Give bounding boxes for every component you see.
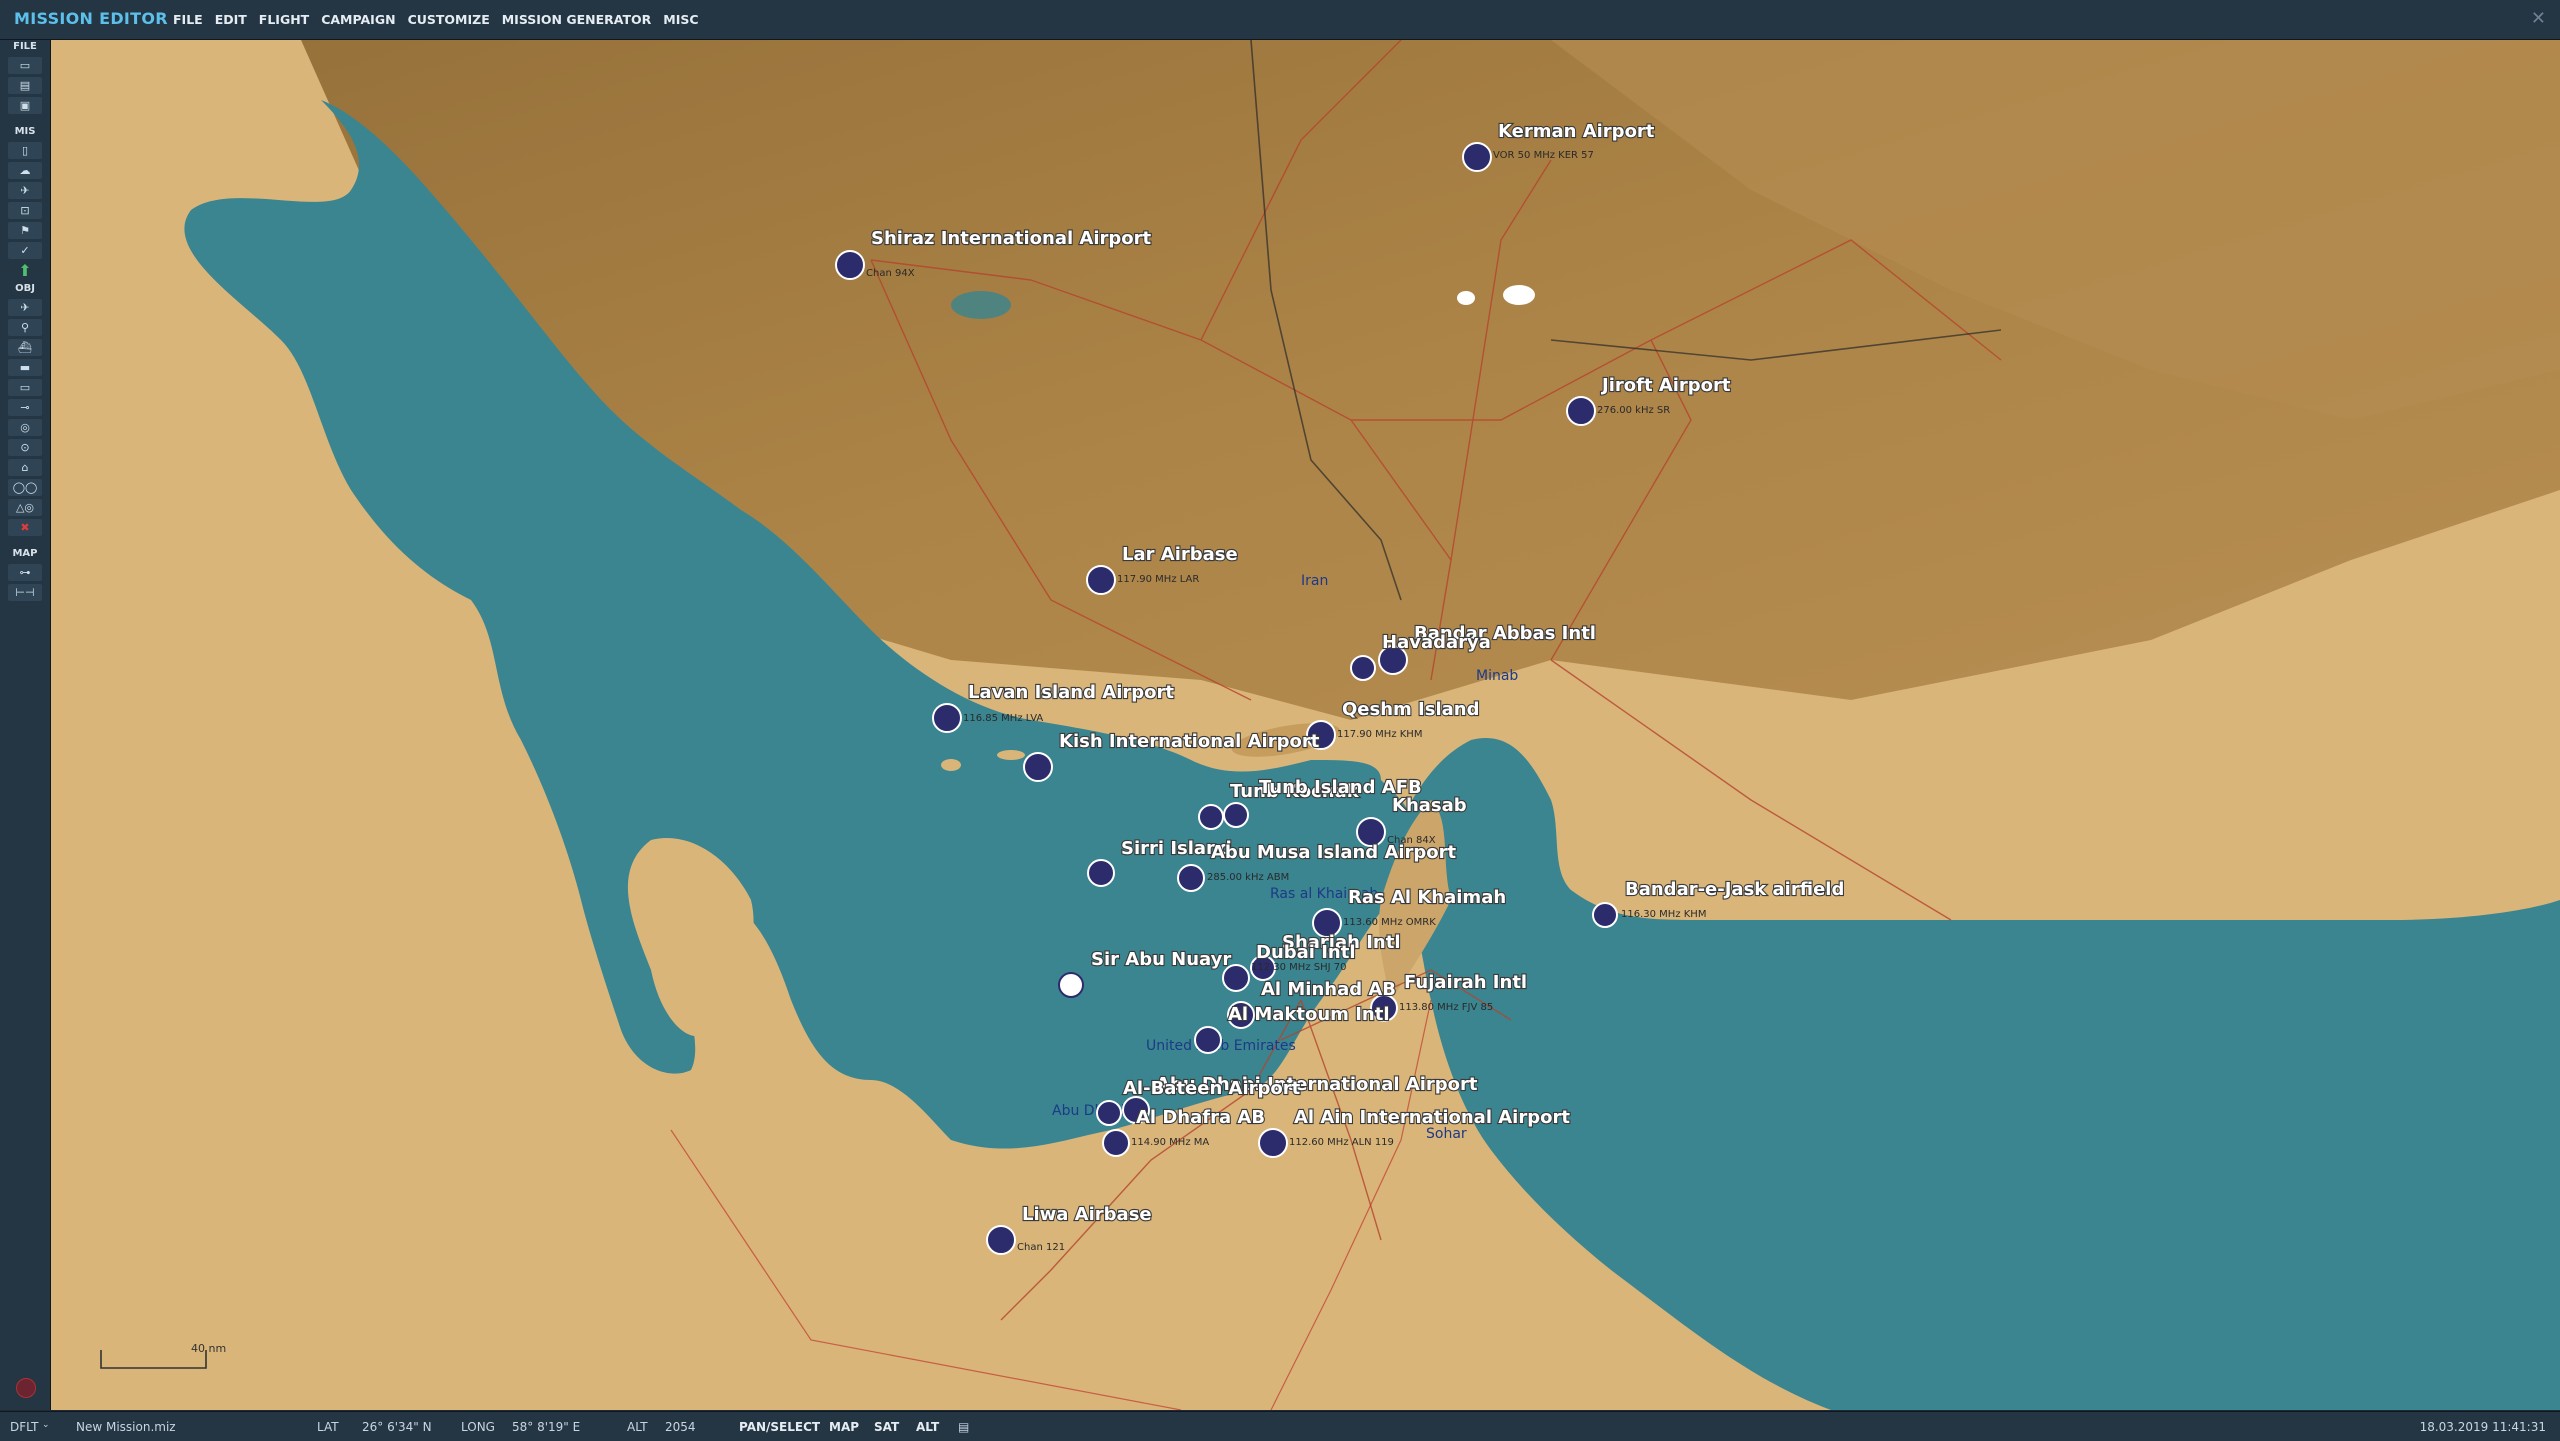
menu-campaign[interactable]: CAMPAIGN [321, 12, 395, 27]
app-title: MISSION EDITOR [14, 9, 168, 28]
map-canvas[interactable]: Iran Minab United Arab Emirates Sohar Ab… [51, 40, 2560, 1410]
new-mission-icon[interactable]: ▭ [8, 57, 42, 74]
chevron-down-icon[interactable]: ⌄ [42, 1420, 50, 1430]
delete-icon[interactable]: ✖ [8, 519, 42, 536]
svg-text:Abu Musa Island Airport: Abu Musa Island Airport [1211, 842, 1457, 863]
svg-text:285.00 kHz ABM: 285.00 kHz ABM [1207, 872, 1289, 883]
svg-text:Al Maktoum Intl: Al Maktoum Intl [1228, 1004, 1390, 1025]
svg-text:Sir Abu Nuayr: Sir Abu Nuayr [1091, 949, 1231, 970]
main-menu: FILE EDIT FLIGHT CAMPAIGN CUSTOMIZE MISS… [173, 12, 711, 27]
sat-button[interactable]: SAT [874, 1420, 899, 1434]
check-icon[interactable]: ✓ [8, 242, 42, 259]
svg-text:117.90 MHz LAR: 117.90 MHz LAR [1117, 574, 1199, 585]
helicopter-icon[interactable]: ⚲ [8, 319, 42, 336]
svg-text:Ras Al Khaimah: Ras Al Khaimah [1348, 887, 1506, 908]
tool-sidebar: FILE ▭ ▤ ▣ MIS ▯ ☁ ✈ ⊡ ⚑ ✓ ⬆ OBJ ✈ ⚲ ⛴ ▬… [0, 40, 51, 1410]
svg-text:40 nm: 40 nm [191, 1342, 226, 1355]
section-file-label: FILE [13, 41, 37, 52]
menu-flight[interactable]: FLIGHT [259, 12, 309, 27]
menu-mission-generator[interactable]: MISSION GENERATOR [502, 12, 652, 27]
alt-label: ALT [627, 1420, 648, 1434]
svg-text:Chan 121: Chan 121 [1017, 1242, 1065, 1253]
target-icon[interactable]: ⊡ [8, 202, 42, 219]
map-layers-icon[interactable]: ▤ [958, 1420, 969, 1434]
svg-text:112.30 MHz SHJ 70: 112.30 MHz SHJ 70 [1251, 962, 1346, 973]
up-arrow-icon[interactable]: ⬆ [8, 261, 42, 280]
lat-label: LAT [317, 1420, 339, 1434]
menu-customize[interactable]: CUSTOMIZE [408, 12, 490, 27]
train-icon[interactable]: ▭ [8, 379, 42, 396]
aircraft-tool-icon[interactable]: ✈ [8, 182, 42, 199]
svg-text:Kerman Airport: Kerman Airport [1498, 121, 1655, 142]
alt-button[interactable]: ALT [916, 1420, 939, 1434]
formation-icon[interactable]: ◯◯ [8, 479, 42, 496]
svg-text:112.60 MHz ALN 119: 112.60 MHz ALN 119 [1289, 1137, 1394, 1148]
svg-text:Khasab: Khasab [1392, 795, 1467, 816]
nav-point-icon[interactable]: ⊙ [8, 439, 42, 456]
long-value: 58° 8'19" E [512, 1420, 581, 1434]
pan-select-button[interactable]: PAN/SELECT [739, 1420, 820, 1434]
aux-tools-icon[interactable]: △◎ [8, 499, 42, 516]
place-iran: Iran [1301, 573, 1328, 589]
svg-text:VOR 50 MHz KER 57: VOR 50 MHz KER 57 [1493, 150, 1594, 161]
svg-text:Dubai Intl: Dubai Intl [1256, 942, 1356, 963]
section-map-label: MAP [12, 548, 38, 559]
ship-icon[interactable]: ⛴ [8, 339, 42, 356]
svg-text:Al Dhafra AB: Al Dhafra AB [1136, 1107, 1265, 1128]
svg-text:276.00 kHz SR: 276.00 kHz SR [1597, 405, 1670, 416]
zone-icon[interactable]: ◎ [8, 419, 42, 436]
svg-text:Liwa Airbase: Liwa Airbase [1022, 1204, 1152, 1225]
ruler-icon[interactable]: ⊶ [8, 564, 42, 581]
menu-misc[interactable]: MISC [663, 12, 698, 27]
menu-edit[interactable]: EDIT [215, 12, 247, 27]
place-minab: Minab [1476, 668, 1518, 684]
vehicle-icon[interactable]: ▬ [8, 359, 42, 376]
svg-text:Chan 94X: Chan 94X [866, 268, 915, 279]
map-button[interactable]: MAP [829, 1420, 859, 1434]
save-mission-icon[interactable]: ▣ [8, 97, 42, 114]
mission-filename: New Mission.miz [76, 1420, 176, 1434]
long-label: LONG [461, 1420, 495, 1434]
close-icon[interactable]: ✕ [2531, 8, 2546, 29]
svg-text:Havadarya: Havadarya [1382, 632, 1491, 653]
svg-text:Al-Bateen Airport: Al-Bateen Airport [1123, 1078, 1301, 1099]
svg-text:116.85 MHz LVA: 116.85 MHz LVA [963, 713, 1043, 724]
svg-text:114.90 MHz MA: 114.90 MHz MA [1131, 1137, 1209, 1148]
weather-icon[interactable]: ☁ [8, 162, 42, 179]
svg-text:Jiroft Airport: Jiroft Airport [1600, 375, 1731, 396]
svg-text:113.80 MHz FJV 85: 113.80 MHz FJV 85 [1399, 1002, 1493, 1013]
svg-text:Shiraz International Airport: Shiraz International Airport [871, 228, 1152, 249]
open-mission-icon[interactable]: ▤ [8, 77, 42, 94]
svg-text:Lar Airbase: Lar Airbase [1122, 544, 1238, 565]
static-object-icon[interactable]: ⊸ [8, 399, 42, 416]
svg-text:116.30 MHz KHM: 116.30 MHz KHM [1621, 909, 1706, 920]
flag-icon[interactable]: ⚑ [8, 222, 42, 239]
svg-text:Qeshm Island: Qeshm Island [1342, 699, 1480, 720]
status-bar: DFLT ⌄ New Mission.miz LAT 26° 6'34" N L… [0, 1411, 2560, 1441]
menu-file[interactable]: FILE [173, 12, 203, 27]
plane-icon[interactable]: ✈ [8, 299, 42, 316]
mode-select[interactable]: DFLT [10, 1420, 39, 1434]
svg-text:Al Minhad AB: Al Minhad AB [1261, 979, 1396, 1000]
svg-text:117.90 MHz KHM: 117.90 MHz KHM [1337, 729, 1422, 740]
measure-icon[interactable]: ⊢⊣ [8, 584, 42, 601]
record-icon[interactable] [16, 1378, 36, 1398]
svg-text:Fujairah Intl: Fujairah Intl [1404, 972, 1527, 993]
svg-text:Al Ain International Airport: Al Ain International Airport [1294, 1107, 1570, 1128]
place-sohar: Sohar [1426, 1126, 1467, 1142]
section-mis-label: MIS [14, 126, 36, 137]
warehouse-icon[interactable]: ⌂ [8, 459, 42, 476]
briefing-icon[interactable]: ▯ [8, 142, 42, 159]
alt-value: 2054 [665, 1420, 696, 1434]
svg-text:Bandar-e-Jask airfield: Bandar-e-Jask airfield [1625, 879, 1844, 900]
svg-text:113.60 MHz OMRK: 113.60 MHz OMRK [1343, 917, 1436, 928]
menu-bar: MISSION EDITOR FILE EDIT FLIGHT CAMPAIGN… [0, 0, 2560, 40]
section-obj-label: OBJ [15, 283, 35, 294]
lat-value: 26° 6'34" N [362, 1420, 432, 1434]
svg-text:Lavan Island Airport: Lavan Island Airport [968, 682, 1174, 703]
datetime: 18.03.2019 11:41:31 [2419, 1420, 2546, 1434]
svg-text:Kish International Airport: Kish International Airport [1059, 731, 1320, 752]
